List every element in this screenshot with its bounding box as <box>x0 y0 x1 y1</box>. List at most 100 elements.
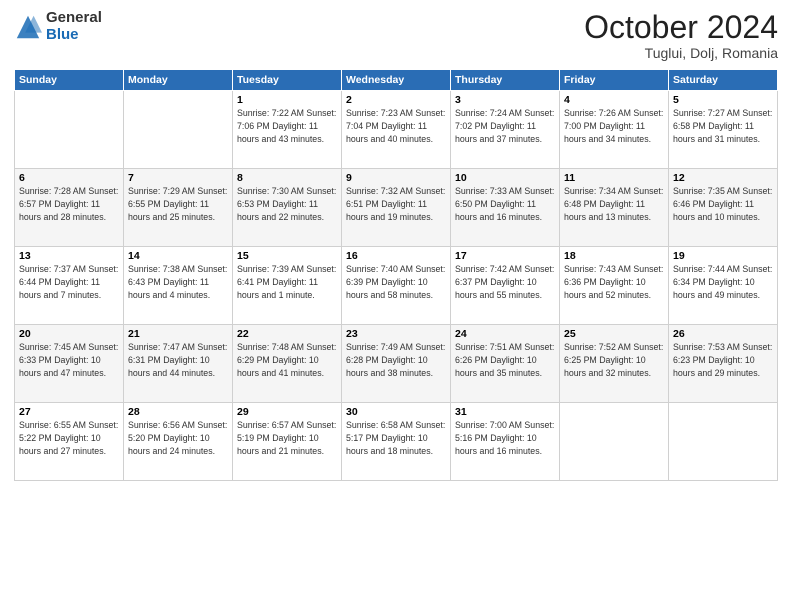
day-info: Sunrise: 7:47 AM Sunset: 6:31 PM Dayligh… <box>128 341 228 379</box>
day-cell: 3Sunrise: 7:24 AM Sunset: 7:02 PM Daylig… <box>451 91 560 169</box>
day-number: 25 <box>564 328 664 340</box>
day-info: Sunrise: 7:38 AM Sunset: 6:43 PM Dayligh… <box>128 263 228 301</box>
day-cell: 25Sunrise: 7:52 AM Sunset: 6:25 PM Dayli… <box>560 325 669 403</box>
day-number: 22 <box>237 328 337 340</box>
day-number: 19 <box>673 250 773 262</box>
header-cell-tuesday: Tuesday <box>233 70 342 91</box>
day-info: Sunrise: 6:58 AM Sunset: 5:17 PM Dayligh… <box>346 419 446 457</box>
day-number: 27 <box>19 406 119 418</box>
day-cell: 27Sunrise: 6:55 AM Sunset: 5:22 PM Dayli… <box>15 403 124 481</box>
day-cell: 8Sunrise: 7:30 AM Sunset: 6:53 PM Daylig… <box>233 169 342 247</box>
day-number: 24 <box>455 328 555 340</box>
header-row: SundayMondayTuesdayWednesdayThursdayFrid… <box>15 70 778 91</box>
day-number: 17 <box>455 250 555 262</box>
day-number: 1 <box>237 94 337 106</box>
day-cell: 28Sunrise: 6:56 AM Sunset: 5:20 PM Dayli… <box>124 403 233 481</box>
header: General Blue October 2024 Tuglui, Dolj, … <box>14 10 778 61</box>
day-number: 26 <box>673 328 773 340</box>
day-cell <box>669 403 778 481</box>
day-cell <box>15 91 124 169</box>
day-info: Sunrise: 7:35 AM Sunset: 6:46 PM Dayligh… <box>673 185 773 223</box>
day-cell: 6Sunrise: 7:28 AM Sunset: 6:57 PM Daylig… <box>15 169 124 247</box>
day-number: 29 <box>237 406 337 418</box>
day-cell: 2Sunrise: 7:23 AM Sunset: 7:04 PM Daylig… <box>342 91 451 169</box>
day-cell: 15Sunrise: 7:39 AM Sunset: 6:41 PM Dayli… <box>233 247 342 325</box>
day-number: 21 <box>128 328 228 340</box>
day-info: Sunrise: 7:44 AM Sunset: 6:34 PM Dayligh… <box>673 263 773 301</box>
day-cell: 20Sunrise: 7:45 AM Sunset: 6:33 PM Dayli… <box>15 325 124 403</box>
day-number: 4 <box>564 94 664 106</box>
day-cell: 24Sunrise: 7:51 AM Sunset: 6:26 PM Dayli… <box>451 325 560 403</box>
day-cell: 29Sunrise: 6:57 AM Sunset: 5:19 PM Dayli… <box>233 403 342 481</box>
day-cell: 31Sunrise: 7:00 AM Sunset: 5:16 PM Dayli… <box>451 403 560 481</box>
day-cell: 10Sunrise: 7:33 AM Sunset: 6:50 PM Dayli… <box>451 169 560 247</box>
day-info: Sunrise: 7:24 AM Sunset: 7:02 PM Dayligh… <box>455 107 555 145</box>
day-number: 8 <box>237 172 337 184</box>
header-cell-monday: Monday <box>124 70 233 91</box>
calendar-table: SundayMondayTuesdayWednesdayThursdayFrid… <box>14 69 778 481</box>
day-number: 20 <box>19 328 119 340</box>
day-cell: 16Sunrise: 7:40 AM Sunset: 6:39 PM Dayli… <box>342 247 451 325</box>
day-info: Sunrise: 7:30 AM Sunset: 6:53 PM Dayligh… <box>237 185 337 223</box>
day-number: 30 <box>346 406 446 418</box>
day-cell: 14Sunrise: 7:38 AM Sunset: 6:43 PM Dayli… <box>124 247 233 325</box>
day-number: 9 <box>346 172 446 184</box>
day-number: 6 <box>19 172 119 184</box>
day-cell: 9Sunrise: 7:32 AM Sunset: 6:51 PM Daylig… <box>342 169 451 247</box>
day-cell: 11Sunrise: 7:34 AM Sunset: 6:48 PM Dayli… <box>560 169 669 247</box>
calendar-page: General Blue October 2024 Tuglui, Dolj, … <box>0 0 792 612</box>
day-cell: 23Sunrise: 7:49 AM Sunset: 6:28 PM Dayli… <box>342 325 451 403</box>
day-number: 31 <box>455 406 555 418</box>
calendar-subtitle: Tuglui, Dolj, Romania <box>584 45 778 61</box>
day-number: 3 <box>455 94 555 106</box>
week-row-3: 20Sunrise: 7:45 AM Sunset: 6:33 PM Dayli… <box>15 325 778 403</box>
day-cell: 17Sunrise: 7:42 AM Sunset: 6:37 PM Dayli… <box>451 247 560 325</box>
day-cell <box>124 91 233 169</box>
header-cell-thursday: Thursday <box>451 70 560 91</box>
logo-general: General <box>46 10 102 27</box>
day-cell: 7Sunrise: 7:29 AM Sunset: 6:55 PM Daylig… <box>124 169 233 247</box>
day-cell: 12Sunrise: 7:35 AM Sunset: 6:46 PM Dayli… <box>669 169 778 247</box>
day-cell: 4Sunrise: 7:26 AM Sunset: 7:00 PM Daylig… <box>560 91 669 169</box>
header-cell-friday: Friday <box>560 70 669 91</box>
day-info: Sunrise: 6:57 AM Sunset: 5:19 PM Dayligh… <box>237 419 337 457</box>
day-info: Sunrise: 7:42 AM Sunset: 6:37 PM Dayligh… <box>455 263 555 301</box>
day-cell <box>560 403 669 481</box>
day-info: Sunrise: 7:33 AM Sunset: 6:50 PM Dayligh… <box>455 185 555 223</box>
day-cell: 30Sunrise: 6:58 AM Sunset: 5:17 PM Dayli… <box>342 403 451 481</box>
logo-icon <box>14 13 42 41</box>
day-number: 10 <box>455 172 555 184</box>
day-number: 13 <box>19 250 119 262</box>
week-row-4: 27Sunrise: 6:55 AM Sunset: 5:22 PM Dayli… <box>15 403 778 481</box>
day-info: Sunrise: 7:26 AM Sunset: 7:00 PM Dayligh… <box>564 107 664 145</box>
day-info: Sunrise: 7:52 AM Sunset: 6:25 PM Dayligh… <box>564 341 664 379</box>
day-info: Sunrise: 7:53 AM Sunset: 6:23 PM Dayligh… <box>673 341 773 379</box>
day-cell: 1Sunrise: 7:22 AM Sunset: 7:06 PM Daylig… <box>233 91 342 169</box>
day-info: Sunrise: 6:55 AM Sunset: 5:22 PM Dayligh… <box>19 419 119 457</box>
day-number: 23 <box>346 328 446 340</box>
day-info: Sunrise: 7:00 AM Sunset: 5:16 PM Dayligh… <box>455 419 555 457</box>
day-number: 7 <box>128 172 228 184</box>
title-block: October 2024 Tuglui, Dolj, Romania <box>584 10 778 61</box>
calendar-title: October 2024 <box>584 10 778 45</box>
day-info: Sunrise: 7:51 AM Sunset: 6:26 PM Dayligh… <box>455 341 555 379</box>
day-cell: 22Sunrise: 7:48 AM Sunset: 6:29 PM Dayli… <box>233 325 342 403</box>
day-info: Sunrise: 7:27 AM Sunset: 6:58 PM Dayligh… <box>673 107 773 145</box>
day-number: 18 <box>564 250 664 262</box>
day-cell: 5Sunrise: 7:27 AM Sunset: 6:58 PM Daylig… <box>669 91 778 169</box>
day-number: 5 <box>673 94 773 106</box>
day-number: 11 <box>564 172 664 184</box>
header-cell-sunday: Sunday <box>15 70 124 91</box>
day-info: Sunrise: 7:23 AM Sunset: 7:04 PM Dayligh… <box>346 107 446 145</box>
day-info: Sunrise: 7:32 AM Sunset: 6:51 PM Dayligh… <box>346 185 446 223</box>
week-row-2: 13Sunrise: 7:37 AM Sunset: 6:44 PM Dayli… <box>15 247 778 325</box>
week-row-1: 6Sunrise: 7:28 AM Sunset: 6:57 PM Daylig… <box>15 169 778 247</box>
day-cell: 19Sunrise: 7:44 AM Sunset: 6:34 PM Dayli… <box>669 247 778 325</box>
logo-blue: Blue <box>46 27 102 44</box>
header-cell-wednesday: Wednesday <box>342 70 451 91</box>
day-info: Sunrise: 7:45 AM Sunset: 6:33 PM Dayligh… <box>19 341 119 379</box>
day-info: Sunrise: 7:49 AM Sunset: 6:28 PM Dayligh… <box>346 341 446 379</box>
day-info: Sunrise: 7:37 AM Sunset: 6:44 PM Dayligh… <box>19 263 119 301</box>
day-info: Sunrise: 7:28 AM Sunset: 6:57 PM Dayligh… <box>19 185 119 223</box>
day-number: 28 <box>128 406 228 418</box>
